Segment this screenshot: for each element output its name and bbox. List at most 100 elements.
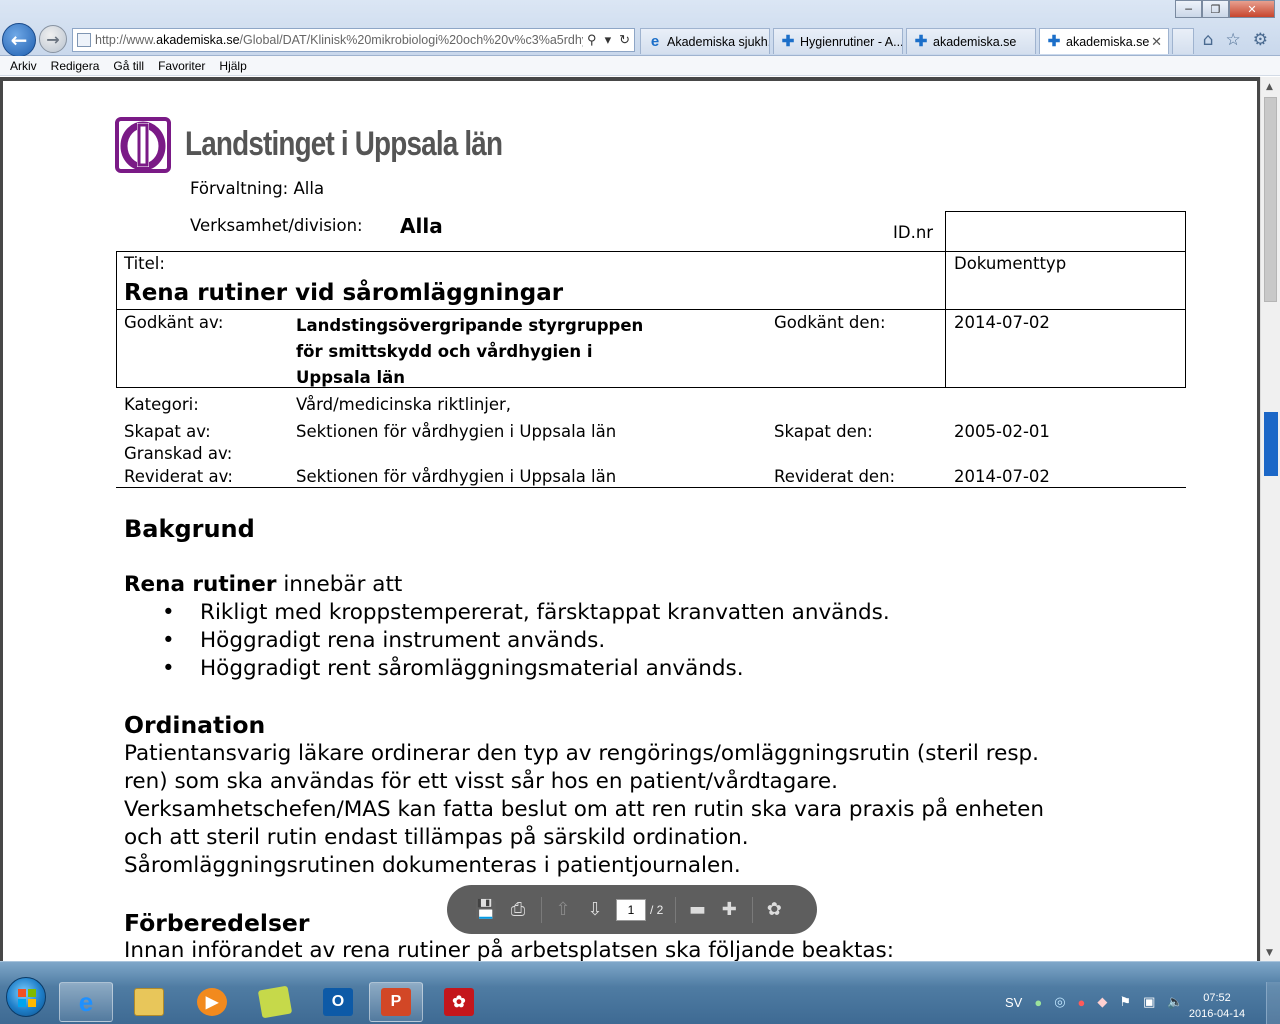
- tab-akademiska-sjukhuset[interactable]: e Akademiska sjukh...: [640, 28, 770, 54]
- akademiska-plus-icon: ✚: [914, 32, 928, 50]
- folder-icon: [134, 988, 164, 1016]
- restore-button[interactable]: ❐: [1202, 0, 1229, 18]
- taskbar-outlook[interactable]: O: [311, 982, 365, 1022]
- godkant-av-label: Godkänt av:: [124, 313, 224, 332]
- minimize-button[interactable]: ─: [1175, 0, 1202, 18]
- zoom-in-icon[interactable]: ✚: [718, 899, 740, 921]
- header-divider: [945, 251, 946, 388]
- skapat-den-value: 2005-02-01: [954, 422, 1050, 441]
- menu-bar: Arkiv Redigera Gå till Favoriter Hjälp: [0, 56, 1280, 76]
- windows-taskbar: e ▶ O P ✿ SV ● ◎ ● ◆ ⚑ ▣ 🔈 07:52 2016-04…: [0, 961, 1280, 1024]
- browser-toolbar-icons: ⌂ ☆ ⚙: [1203, 30, 1268, 50]
- dropdown-icon[interactable]: ▾: [605, 32, 612, 48]
- verksamhet-label: Verksamhet/division:: [190, 216, 363, 235]
- document-title: Rena rutiner vid såromläggningar: [124, 280, 564, 306]
- rena-rutiner-rest: innebär att: [276, 572, 403, 597]
- close-icon: ✕: [1247, 2, 1257, 16]
- taskbar-internet-explorer[interactable]: e: [59, 982, 113, 1022]
- menu-hjalp[interactable]: Hjälp: [219, 59, 246, 73]
- page-number-input[interactable]: [616, 898, 646, 921]
- print-icon[interactable]: ⎙: [507, 899, 529, 921]
- organization-name: Landstinget i Uppsala län: [185, 125, 503, 163]
- reviderat-den-value: 2014-07-02: [954, 467, 1050, 486]
- godkant-den-value: 2014-07-02: [954, 313, 1050, 332]
- settings-gear-icon[interactable]: ⚙: [1253, 30, 1268, 50]
- skapat-av-value: Sektionen för vårdhygien i Uppsala län: [296, 422, 617, 441]
- network-icon[interactable]: ▣: [1143, 994, 1155, 1010]
- address-domain: akademiska.se: [156, 33, 240, 47]
- windows-logo-icon: [18, 989, 36, 1007]
- tab-label: akademiska.se: [1066, 34, 1150, 49]
- taskbar-photos[interactable]: [248, 982, 302, 1022]
- favorites-star-icon[interactable]: ☆: [1226, 30, 1241, 50]
- address-bar[interactable]: http://www. akademiska.se/Global/DAT/Klin…: [72, 28, 635, 52]
- language-indicator[interactable]: SV: [1005, 995, 1022, 1010]
- home-icon[interactable]: ⌂: [1203, 30, 1214, 50]
- volume-icon[interactable]: 🔈: [1167, 994, 1183, 1010]
- show-desktop-button[interactable]: [1266, 982, 1280, 1024]
- search-icon[interactable]: ⚲: [587, 32, 597, 48]
- tab-akademiska-1[interactable]: ✚ akademiska.se: [906, 28, 1036, 54]
- tab-hygienrutiner[interactable]: ✚ Hygienrutiner - A...: [773, 28, 903, 54]
- close-window-button[interactable]: ✕: [1229, 0, 1275, 18]
- arrow-left-icon: ←: [10, 28, 28, 52]
- menu-arkiv[interactable]: Arkiv: [10, 59, 37, 73]
- kategori-label: Kategori:: [124, 395, 199, 414]
- forvaltning-text: Förvaltning: Alla: [190, 179, 325, 198]
- scroll-down-arrow-icon[interactable]: ▼: [1266, 948, 1273, 958]
- next-page-icon[interactable]: ⇩: [584, 899, 606, 921]
- action-center-flag-icon[interactable]: ⚑: [1119, 994, 1131, 1010]
- skapat-den-label: Skapat den:: [774, 422, 873, 441]
- start-button[interactable]: [6, 977, 46, 1017]
- taskbar-acrobat[interactable]: ✿: [432, 982, 486, 1022]
- system-tray: SV ● ◎ ● ◆ ⚑ ▣ 🔈: [1005, 982, 1196, 1022]
- pdf-viewer: Landstinget i Uppsala län Förvaltning: A…: [0, 77, 1280, 961]
- zoom-out-icon[interactable]: ▬: [686, 899, 708, 921]
- akademiska-plus-icon: ✚: [781, 32, 795, 50]
- tab-label: Akademiska sjukh...: [667, 34, 770, 49]
- clock[interactable]: 07:52 2016-04-14: [1187, 990, 1247, 1022]
- previous-page-icon[interactable]: ⇧: [552, 899, 574, 921]
- taskbar-media-player[interactable]: ▶: [185, 982, 239, 1022]
- antivirus-icon[interactable]: ●: [1078, 995, 1086, 1010]
- toolbar-separator: [752, 896, 754, 923]
- dokumenttyp-label: Dokumenttyp: [954, 254, 1067, 273]
- new-tab-button[interactable]: [1172, 28, 1194, 54]
- window-controls: ─ ❐ ✕: [1175, 0, 1275, 18]
- menu-ga-till[interactable]: Gå till: [113, 59, 144, 73]
- granskad-av-label: Granskad av:: [124, 444, 233, 463]
- ie-icon: e: [650, 32, 660, 50]
- scroll-position-marker: [1264, 412, 1278, 476]
- godkant-av-value: Landstingsövergripande styrgruppen för s…: [296, 313, 643, 391]
- rena-rutiner-bold: Rena rutiner: [124, 572, 277, 597]
- pdf-page: Landstinget i Uppsala län Förvaltning: A…: [3, 81, 1257, 961]
- refresh-icon[interactable]: ↻: [619, 32, 630, 48]
- close-tab-icon[interactable]: ✕: [1151, 34, 1162, 50]
- titel-label: Titel:: [124, 254, 165, 273]
- vertical-scrollbar[interactable]: ▲ ▼: [1260, 77, 1280, 961]
- save-icon[interactable]: 💾: [475, 899, 497, 921]
- address-prefix: http://www.: [95, 33, 157, 47]
- list-item: Höggradigt rent såromläggningsmaterial a…: [124, 655, 890, 683]
- tab-akademiska-active[interactable]: ✚ akademiska.se ✕: [1039, 28, 1169, 54]
- scroll-up-arrow-icon[interactable]: ▲: [1266, 82, 1273, 92]
- scroll-thumb[interactable]: [1264, 97, 1277, 302]
- bullet-list: Rikligt med kroppstempererat, färsktappa…: [124, 599, 890, 683]
- taskbar-explorer[interactable]: [122, 982, 176, 1022]
- adobe-acrobat-icon[interactable]: ✿: [763, 899, 785, 921]
- network-sync-icon[interactable]: ◎: [1054, 994, 1065, 1010]
- menu-favoriter[interactable]: Favoriter: [158, 59, 205, 73]
- arrow-right-icon: →: [46, 29, 60, 49]
- kategori-value: Vård/medicinska riktlinjer,: [296, 395, 512, 414]
- menu-redigera[interactable]: Redigera: [51, 59, 100, 73]
- taskbar-powerpoint[interactable]: P: [369, 982, 423, 1022]
- forward-button[interactable]: →: [39, 25, 67, 53]
- tab-label: akademiska.se: [933, 34, 1017, 49]
- page-icon: [77, 33, 91, 47]
- godkant-den-label: Godkänt den:: [774, 313, 886, 332]
- browser-titlebar: ← → http://www. akademiska.se/Global/DAT/…: [0, 0, 1280, 57]
- back-button[interactable]: ←: [2, 23, 36, 57]
- powerpoint-icon: P: [381, 988, 411, 1016]
- mcafee-icon[interactable]: ◆: [1097, 994, 1107, 1010]
- security-shield-icon[interactable]: ●: [1034, 995, 1042, 1010]
